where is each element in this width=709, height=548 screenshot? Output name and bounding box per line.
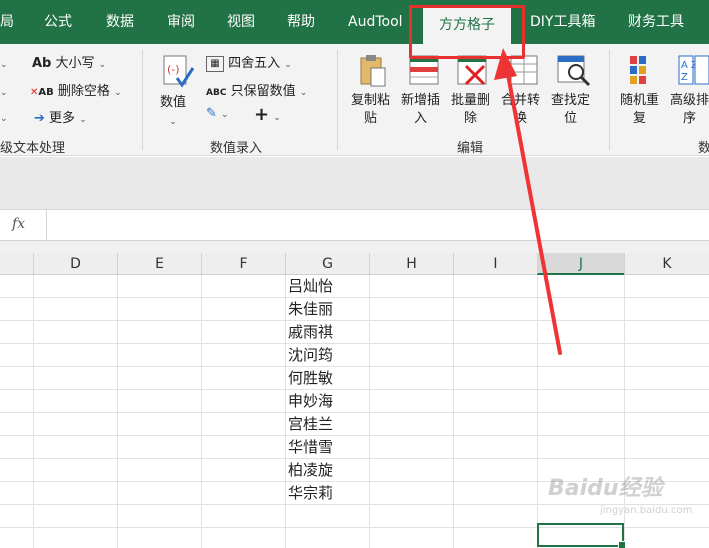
watermark-url: jingyan.baidu.com [600,505,693,516]
annotation-arrow [494,48,562,355]
watermark-logo: Baidu经验 [548,476,663,501]
excel-window: 局 公式 数据 审阅 视图 帮助 AudTool 方方格子 DIY工具箱 财务工… [0,0,709,548]
